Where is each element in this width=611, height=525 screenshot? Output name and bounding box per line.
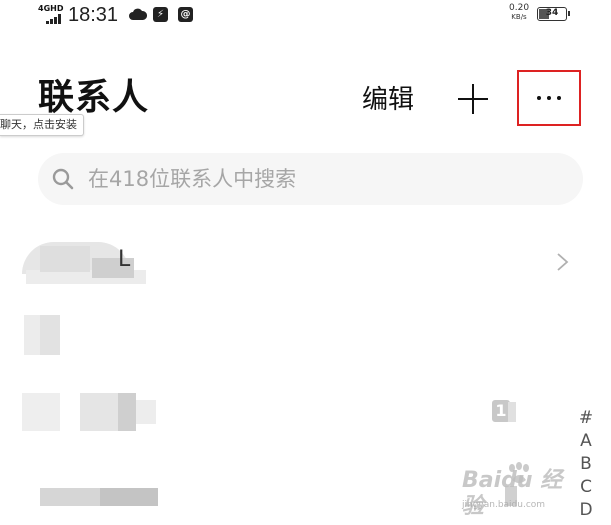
alphabet-index[interactable]: # A B C D <box>574 407 598 522</box>
signal-indicator: 4GHD <box>38 4 64 24</box>
baidu-watermark: Baidu 经验 jingyan.baidu.com <box>462 462 574 519</box>
speed-unit: KB/s <box>511 13 527 21</box>
more-dot <box>547 96 551 100</box>
add-contact-icon[interactable] <box>458 84 488 114</box>
index-letter[interactable]: # <box>574 407 598 430</box>
sim-badge-shadow <box>508 402 516 422</box>
battery-icon: 34 <box>537 7 570 21</box>
blurred-name <box>40 315 60 355</box>
edit-button[interactable]: 编辑 <box>362 84 414 116</box>
index-letter[interactable]: A <box>574 430 598 453</box>
blurred-name <box>22 393 60 431</box>
status-bar: 4GHD 18:31 ⚡ @ 0.20 KB/s 34 <box>0 0 611 32</box>
network-type-label: 4GHD <box>38 4 64 13</box>
install-tooltip[interactable]: 聊天，点击安装 <box>0 114 84 136</box>
contact-name-fragment: L <box>118 247 131 272</box>
more-dot <box>557 96 561 100</box>
watermark-url: jingyan.baidu.com <box>462 500 546 510</box>
index-letter[interactable]: B <box>574 453 598 476</box>
blurred-name <box>40 246 90 272</box>
blurred-name <box>118 393 136 431</box>
more-options-button[interactable] <box>517 70 581 126</box>
bolt-app-icon: ⚡ <box>153 7 168 22</box>
search-placeholder: 在418位联系人中搜索 <box>88 167 297 191</box>
signal-bars-icon <box>46 14 64 24</box>
more-dot <box>537 96 541 100</box>
watermark-brand: Baidu 经验 <box>462 468 563 519</box>
blurred-name <box>24 315 40 355</box>
at-app-icon: @ <box>178 7 193 22</box>
blurred-name <box>136 400 156 424</box>
search-bar[interactable]: 在418位联系人中搜索 <box>38 153 583 205</box>
chevron-right-icon <box>557 253 569 271</box>
speed-value: 0.20 <box>509 3 530 13</box>
cloud-icon <box>129 8 147 20</box>
battery-level: 34 <box>545 8 559 18</box>
search-icon <box>52 168 74 190</box>
blurred-name <box>40 488 100 506</box>
index-letter[interactable]: C <box>574 476 598 499</box>
blurred-name <box>80 393 118 431</box>
blurred-name <box>100 488 158 506</box>
index-letter[interactable]: D <box>574 499 598 522</box>
status-time: 18:31 <box>68 4 119 26</box>
network-speed: 0.20 KB/s <box>509 4 529 22</box>
